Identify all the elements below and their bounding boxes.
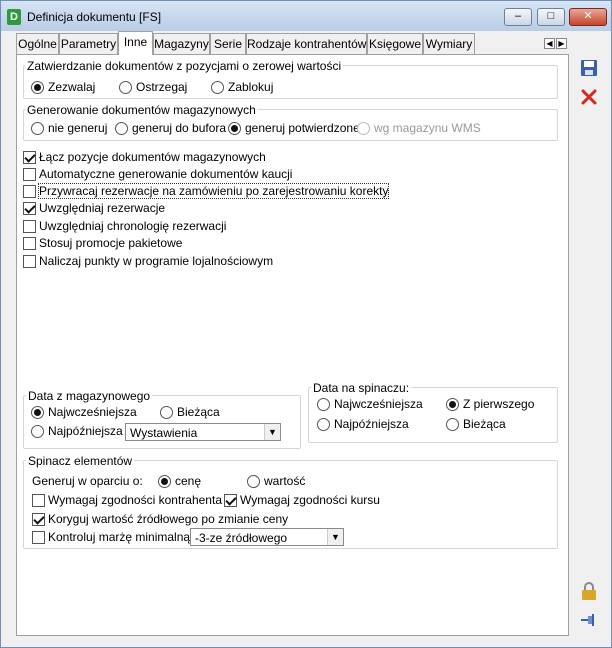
check-kaucje-label: Automatyczne generowanie dokumentów kauc… <box>39 167 293 181</box>
check-kontroluj-marze[interactable] <box>32 531 45 544</box>
radio-zablokuj[interactable] <box>211 81 224 94</box>
app-icon: D <box>7 9 21 25</box>
radio-spinacz-wartosc-label: wartość <box>264 474 306 488</box>
zmag-data-select[interactable]: Wystawienia ▼ <box>125 423 281 441</box>
radio-spin-biezaca[interactable] <box>446 418 459 431</box>
radio-generuj-do-bufora[interactable] <box>115 122 128 135</box>
delete-icon[interactable] <box>578 88 600 110</box>
check-promocje-pakietowe-label: Stosuj promocje pakietowe <box>39 236 183 250</box>
maximize-button[interactable]: □ <box>537 8 565 26</box>
radio-zmag-najpozniejsza-label: Najpóźniejsza <box>48 424 123 438</box>
check-przywracaj-rezerwacje-label: Przywracaj rezerwacje na zamówieniu po z… <box>37 183 390 199</box>
radio-spin-najwczesniejsza-label: Najwcześniejsza <box>334 397 423 411</box>
title-bar: D Definicja dokumentu [FS] – □ ✕ <box>1 1 611 31</box>
check-koryguj-wartosc-label: Koryguj wartość źródłowego po zmianie ce… <box>48 512 289 526</box>
radio-spin-biezaca-label: Bieżąca <box>463 417 506 431</box>
tab-serie[interactable]: Serie <box>210 33 246 55</box>
zmag-data-select-value: Wystawienia <box>130 426 198 440</box>
tab-scroll-right-icon[interactable]: ▶ <box>556 38 567 49</box>
tab-magazyny[interactable]: Magazyny <box>153 33 210 55</box>
radio-zezwalaj-label: Zezwalaj <box>48 80 96 94</box>
check-przywracaj-rezerwacje[interactable] <box>23 185 36 198</box>
group-spinacz-elementow-title: Spinacz elementów <box>26 454 135 468</box>
radio-zmag-biezaca[interactable] <box>160 406 173 419</box>
radio-zmag-biezaca-label: Bieżąca <box>177 405 220 419</box>
radio-spin-najwczesniejsza[interactable] <box>317 398 330 411</box>
radio-nie-generuj-label: nie generuj <box>48 121 108 135</box>
group-data-z-magazynowego-title: Data z magazynowego <box>26 389 153 403</box>
radio-zmag-najpozniejsza[interactable] <box>31 425 44 438</box>
check-zgodnosc-kontrahenta-label: Wymagaj zgodności kontrahenta <box>48 493 222 507</box>
tab-scroll-left-icon[interactable]: ◀ <box>544 38 555 49</box>
check-chronologia-label: Uwzględniaj chronologię rezerwacji <box>39 219 227 233</box>
radio-spinacz-wartosc[interactable] <box>247 475 260 488</box>
chevron-down-icon: ▼ <box>327 529 343 545</box>
inne-tab-panel: Zatwierdzanie dokumentów z pozycjami o z… <box>16 54 569 636</box>
radio-spin-najpozniejsza[interactable] <box>317 418 330 431</box>
radio-spinacz-cene-label: cenę <box>175 474 202 488</box>
check-promocje-pakietowe[interactable] <box>23 237 36 250</box>
radio-spin-najpozniejsza-label: Najpóźniejsza <box>334 417 409 431</box>
check-zgodnosc-kontrahenta[interactable] <box>32 494 45 507</box>
check-punkty-lojalnosciowe[interactable] <box>23 255 36 268</box>
tab-parametry[interactable]: Parametry <box>59 33 118 55</box>
check-kontroluj-marze-label: Kontroluj marżę minimalną <box>48 530 191 544</box>
check-lacz-pozycje[interactable] <box>23 151 36 164</box>
check-zgodnosc-kursu-label: Wymagaj zgodności kursu <box>240 493 380 507</box>
group-data-na-spinaczu <box>308 387 558 443</box>
radio-generuj-potwierdzone[interactable] <box>228 122 241 135</box>
radio-nie-generuj[interactable] <box>31 122 44 135</box>
check-punkty-lojalnosciowe-label: Naliczaj punkty w programie lojalnościow… <box>39 254 274 268</box>
check-kaucje[interactable] <box>23 168 36 181</box>
radio-spinacz-cene[interactable] <box>158 475 171 488</box>
group-generowanie-title: Generowanie dokumentów magazynowych <box>25 103 258 117</box>
radio-ostrzegaj[interactable] <box>119 81 132 94</box>
group-zatwierdzanie-title: Zatwierdzanie dokumentów z pozycjami o z… <box>25 59 344 73</box>
tab-ksiegowe[interactable]: Księgowe <box>367 33 423 55</box>
marza-select[interactable]: -3-ze źródłowego ▼ <box>190 528 344 546</box>
check-lacz-pozycje-label: Łącz pozycje dokumentów magazynowych <box>39 150 266 164</box>
radio-zablokuj-label: Zablokuj <box>228 80 274 94</box>
radio-wg-magazynu-wms <box>357 122 370 135</box>
check-koryguj-wartosc[interactable] <box>32 513 45 526</box>
radio-zmag-najwczesniejsza[interactable] <box>31 406 44 419</box>
radio-ostrzegaj-label: Ostrzegaj <box>136 80 188 94</box>
radio-spin-z-pierwszego-label: Z pierwszego <box>463 397 535 411</box>
chevron-down-icon: ▼ <box>264 424 280 440</box>
radio-zezwalaj[interactable] <box>31 81 44 94</box>
radio-zmag-najwczesniejsza-label: Najwcześniejsza <box>48 405 137 419</box>
save-icon[interactable] <box>578 59 600 81</box>
radio-spin-z-pierwszego[interactable] <box>446 398 459 411</box>
document-definition-window: D Definicja dokumentu [FS] – □ ✕ Ogólne … <box>0 0 612 648</box>
tab-rodzaje-kontrahentow[interactable]: Rodzaje kontrahentów <box>246 33 367 55</box>
lock-icon[interactable] <box>578 581 600 603</box>
minimize-button[interactable]: – <box>504 8 532 26</box>
window-title: Definicja dokumentu [FS] <box>27 10 162 24</box>
radio-generuj-potwierdzone-label: generuj potwierdzone <box>245 121 360 135</box>
check-zgodnosc-kursu[interactable] <box>224 494 237 507</box>
check-uwzgledniaj-rezerwacje-label: Uwzględniaj rezerwacje <box>39 201 166 215</box>
pin-icon[interactable] <box>578 610 600 632</box>
radio-wg-magazynu-wms-label: wg magazynu WMS <box>374 121 481 135</box>
tab-wymiary[interactable]: Wymiary <box>423 33 475 55</box>
tab-ogolne[interactable]: Ogólne <box>16 33 59 55</box>
check-chronologia[interactable] <box>23 220 36 233</box>
marza-select-value: -3-ze źródłowego <box>195 531 288 545</box>
check-uwzgledniaj-rezerwacje[interactable] <box>23 202 36 215</box>
radio-generuj-do-bufora-label: generuj do bufora <box>132 121 227 135</box>
generuj-w-oparciu-label: Generuj w oparciu o: <box>32 474 143 488</box>
close-button[interactable]: ✕ <box>569 8 607 26</box>
group-data-na-spinaczu-title: Data na spinaczu: <box>311 381 412 395</box>
tab-inne[interactable]: Inne <box>118 31 153 55</box>
